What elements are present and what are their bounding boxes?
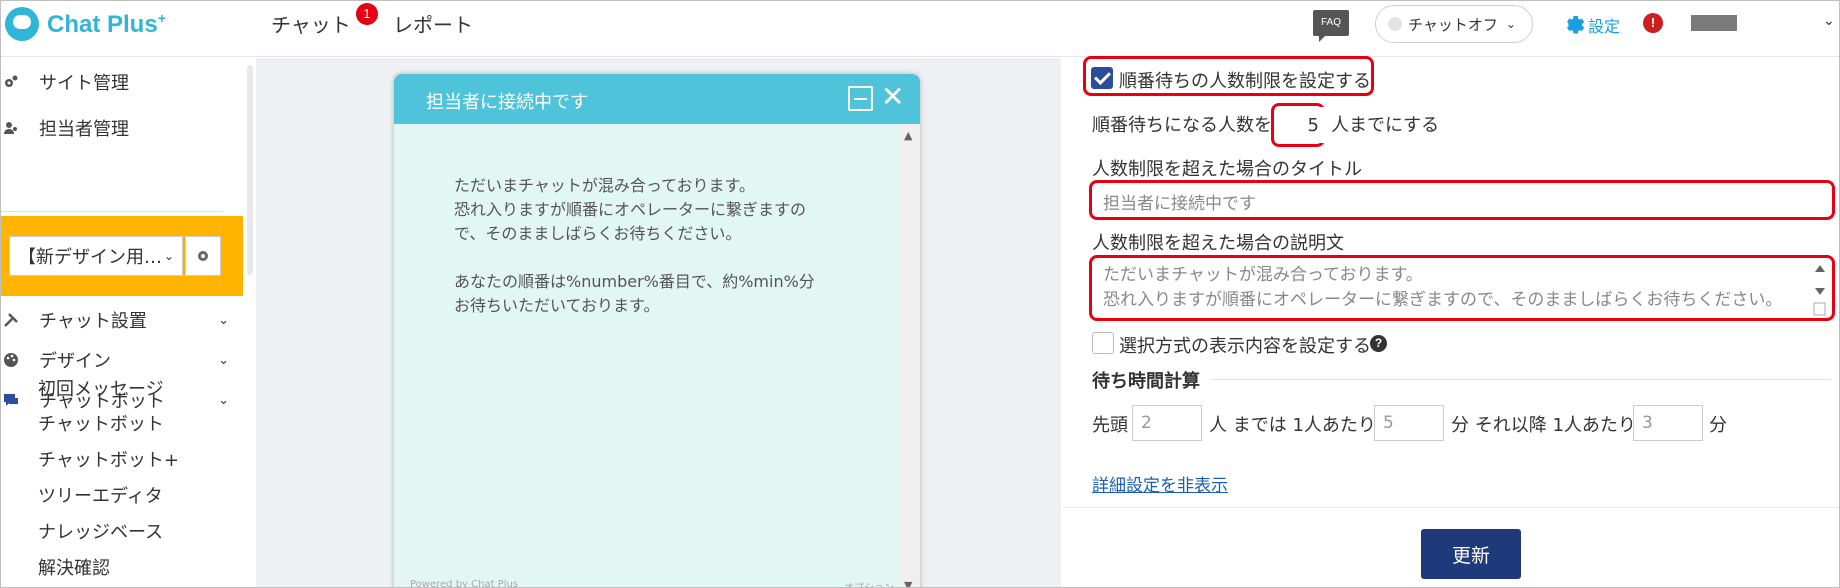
chevron-down-icon: ⌄	[163, 249, 174, 263]
nav-chat-link[interactable]: チャット	[271, 9, 351, 38]
sidebar-subitem-chatbot[interactable]: チャットボット	[38, 410, 164, 436]
over-limit-title-input[interactable]	[1095, 184, 1829, 218]
over-limit-title-label: 人数制限を超えた場合のタイトル	[1092, 159, 1362, 180]
sidebar-divider	[1, 211, 223, 212]
scroll-down-arrow-icon[interactable]: ▼	[904, 579, 912, 587]
sidebar-item-design[interactable]: デザイン ⌄	[1, 342, 243, 378]
sidebar-subitem-resolution-check[interactable]: 解決確認	[38, 554, 110, 580]
faq-icon[interactable]: FAQ	[1313, 10, 1349, 42]
choice-display-label: 選択方式の表示内容を設定する	[1119, 336, 1371, 357]
queue-limit-suffix: 人までにする	[1331, 115, 1440, 136]
sidebar-subitem-knowledge-base[interactable]: ナレッジベース	[38, 518, 163, 544]
sidebar: サイト管理 担当者管理 【新デザイン用… ⌄ チャット設置 ⌄ デザイン ⌄ チ…	[1, 58, 243, 587]
chat-queue-message: あなたの順番は%number%番目で、約%min%分 お待ちいただいております。	[454, 272, 815, 315]
tools-icon	[4, 313, 18, 327]
queue-limit-checkbox-label: 順番待ちの人数制限を設定する	[1119, 71, 1371, 92]
alert-icon[interactable]: !	[1643, 13, 1663, 33]
over-limit-description-label: 人数制限を超えた場合の説明文	[1092, 233, 1344, 254]
palette-icon	[4, 353, 18, 367]
user-name-redacted[interactable]	[1691, 15, 1737, 31]
chat-notification-badge: 1	[356, 3, 378, 25]
chat-bubble-icon	[4, 394, 18, 406]
queue-limit-input[interactable]	[1275, 107, 1325, 143]
top-header: Chat Plus+ チャット 1 レポート FAQ チャットオフ ⌄ 設定 !…	[1, 1, 1839, 57]
scroll-up-arrow-icon[interactable]: ▲	[904, 129, 912, 142]
chevron-down-icon: ⌄	[1505, 17, 1516, 31]
chat-status-label: チャットオフ	[1408, 15, 1498, 34]
wait-after-label: 分 それ以降 1人あたり	[1451, 415, 1636, 436]
wait-time-section-title: 待ち時間計算	[1092, 371, 1200, 392]
chat-option-link[interactable]: オプション	[844, 579, 894, 587]
chat-widget-title: 担当者に接続中です	[426, 92, 588, 113]
wait-head-count-input[interactable]	[1132, 405, 1202, 441]
gears-icon	[5, 75, 18, 87]
queue-limit-prefix: 順番待ちになる人数を	[1092, 115, 1272, 136]
over-limit-description-textarea[interactable]: ただいまチャットが混み合っております。 恐れ入りますが順番にオペレーターに繋ぎま…	[1103, 263, 1803, 313]
site-selector-panel: 【新デザイン用… ⌄	[1, 216, 243, 296]
sidebar-scrollbar[interactable]	[247, 65, 253, 275]
chevron-down-icon: ⌄	[218, 352, 229, 368]
settings-link[interactable]: 設定	[1588, 13, 1620, 37]
sidebar-item-staff-management[interactable]: 担当者管理	[1, 110, 243, 146]
sidebar-subitem-first-message[interactable]: 初回メッセージ	[38, 375, 164, 401]
sidebar-item-site-management[interactable]: サイト管理	[1, 64, 243, 100]
sidebar-item-label: チャット設置	[39, 311, 147, 332]
wait-head-label: 先頭	[1092, 415, 1128, 436]
user-menu-chevron-icon[interactable]: ⌄	[1823, 13, 1835, 29]
site-settings-gear-icon[interactable]	[185, 236, 221, 276]
chat-busy-message: ただいまチャットが混み合っております。 恐れ入りますが順番にオペレーターに繋ぎま…	[454, 176, 807, 243]
sidebar-item-label: サイト管理	[39, 73, 129, 94]
users-icon	[4, 122, 17, 134]
chat-widget-scrollbar[interactable]	[899, 124, 920, 587]
sidebar-subitem-chatbot-plus[interactable]: チャットボット+	[38, 446, 179, 472]
chat-plus-logo[interactable]: Chat Plus+	[5, 7, 166, 41]
site-select-dropdown[interactable]: 【新デザイン用… ⌄	[9, 236, 183, 276]
chat-widget-header: 担当者に接続中です ✕	[394, 74, 920, 124]
close-icon[interactable]: ✕	[881, 80, 904, 113]
sidebar-item-label: デザイン	[39, 351, 111, 372]
queue-limit-checkbox[interactable]	[1091, 67, 1113, 89]
logo-bubble-icon	[5, 7, 39, 41]
chat-widget-preview: 担当者に接続中です ✕ ただいまチャットが混み合っております。 恐れ入りますが順…	[394, 74, 920, 588]
chevron-down-icon: ⌄	[218, 312, 229, 328]
nav-report-link[interactable]: レポート	[393, 9, 473, 38]
footer-divider	[1063, 507, 1839, 508]
textarea-scroll-arrows-icon[interactable]	[1813, 259, 1827, 319]
app-frame: Chat Plus+ チャット 1 レポート FAQ チャットオフ ⌄ 設定 !…	[0, 0, 1840, 588]
update-button[interactable]: 更新	[1421, 529, 1521, 579]
wait-per-person-input[interactable]	[1374, 405, 1444, 441]
sidebar-item-chat-install[interactable]: チャット設置 ⌄	[1, 302, 243, 338]
status-dot-icon	[1388, 17, 1402, 31]
chat-status-select[interactable]: チャットオフ ⌄	[1375, 5, 1533, 43]
chat-widget-body: ただいまチャットが混み合っております。 恐れ入りますが順番にオペレーターに繋ぎま…	[454, 174, 854, 342]
sidebar-item-label: 担当者管理	[39, 119, 129, 140]
choice-display-checkbox[interactable]	[1092, 332, 1114, 354]
logo-text: Chat Plus+	[47, 9, 166, 38]
gear-icon[interactable]	[1559, 11, 1585, 37]
help-icon[interactable]: ?	[1370, 335, 1387, 352]
powered-by-text: Powered by Chat Plus	[410, 579, 519, 588]
chat-preview-area: 担当者に接続中です ✕ ただいまチャットが混み合っております。 恐れ入りますが順…	[256, 58, 1061, 588]
site-select-value: 【新デザイン用…	[18, 247, 162, 268]
sidebar-subitem-tree-editor[interactable]: ツリーエディタ	[38, 482, 163, 508]
wait-after-per-person-input[interactable]	[1633, 405, 1703, 441]
wait-until-label: 人 までは 1人あたり	[1209, 415, 1376, 436]
minimize-icon[interactable]	[848, 86, 873, 111]
section-divider	[1211, 379, 1831, 380]
wait-unit-label: 分	[1709, 415, 1727, 436]
queue-settings-panel	[1063, 58, 1839, 587]
chevron-down-icon: ⌄	[218, 392, 229, 408]
hide-advanced-settings-link[interactable]: 詳細設定を非表示	[1092, 471, 1228, 496]
